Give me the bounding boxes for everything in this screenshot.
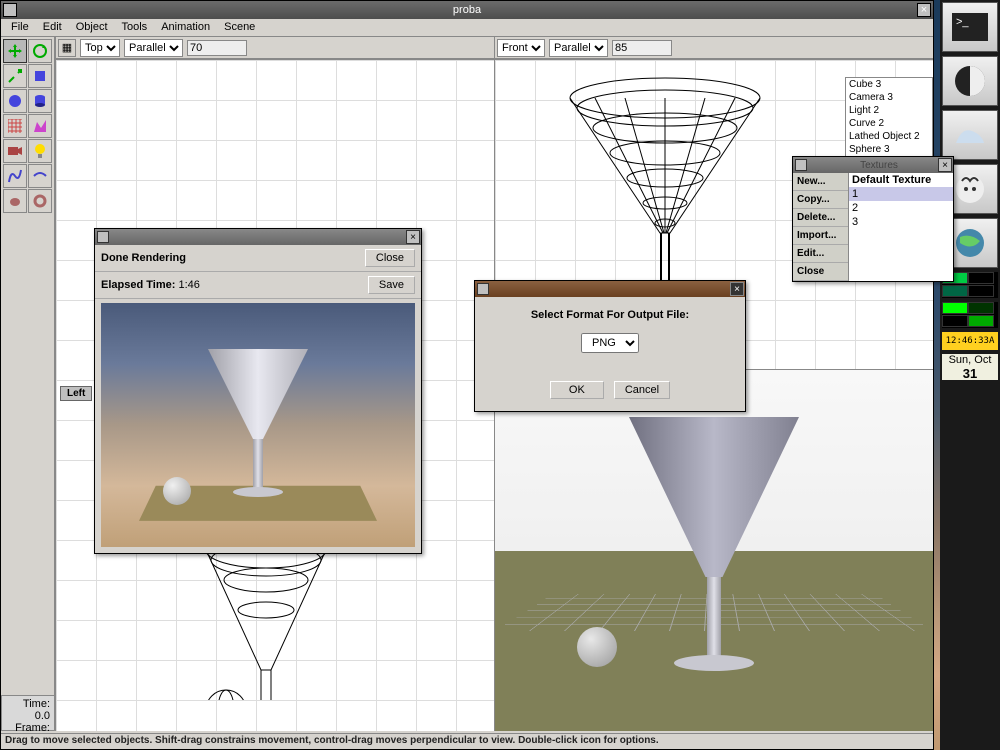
camera-tool[interactable] [3, 139, 27, 163]
texture-import-button[interactable]: Import... [793, 227, 848, 245]
list-item[interactable]: Camera 3 [846, 91, 932, 104]
time-panel: Time: 0.0 Frame: 0 [1, 695, 55, 731]
list-item[interactable]: Cube 3 [846, 78, 932, 91]
proj-select-left[interactable]: Parallel [124, 39, 183, 57]
menu-object[interactable]: Object [70, 21, 114, 34]
list-item[interactable]: Default Texture [849, 173, 953, 187]
list-item[interactable]: Lathed Object 2 [846, 130, 932, 143]
titlebar[interactable]: proba × [1, 1, 933, 19]
menu-animation[interactable]: Animation [155, 21, 216, 34]
dock-net-meter [942, 302, 998, 328]
close-icon[interactable]: × [938, 158, 952, 172]
menubar: File Edit Object Tools Animation Scene [1, 19, 933, 37]
desktop-dock: >_ 12:46:33A Sun, Oct31 [940, 0, 1000, 750]
rendered-sphere [577, 627, 617, 667]
list-item[interactable]: 2 [849, 201, 953, 215]
close-icon[interactable]: × [406, 230, 420, 244]
cancel-button[interactable]: Cancel [614, 381, 670, 399]
svg-text:>_: >_ [956, 16, 969, 28]
window-icon[interactable] [477, 283, 489, 295]
cylinder-tool[interactable] [28, 89, 52, 113]
list-item[interactable]: Sphere 3 [846, 143, 932, 156]
render-preview [101, 303, 415, 547]
tool-palette [1, 37, 55, 731]
rotate-tool[interactable] [28, 39, 52, 63]
curve2-tool[interactable] [28, 164, 52, 188]
texture-copy-button[interactable]: Copy... [793, 191, 848, 209]
proj-select-right[interactable]: Parallel [549, 39, 608, 57]
list-item[interactable]: 3 [849, 215, 953, 229]
torus-tool[interactable] [28, 189, 52, 213]
close-icon[interactable]: × [730, 282, 744, 296]
texture-delete-button[interactable]: Delete... [793, 209, 848, 227]
dock-mail-icon[interactable] [942, 110, 998, 160]
window-close-button[interactable]: × [917, 3, 931, 17]
window-icon[interactable] [97, 231, 109, 243]
menu-scene[interactable]: Scene [218, 21, 261, 34]
texture-close-button[interactable]: Close [793, 263, 848, 281]
format-dialog[interactable]: × Select Format For Output File: PNG OK … [474, 280, 746, 412]
list-item[interactable]: Light 2 [846, 104, 932, 117]
sphere-tool[interactable] [3, 89, 27, 113]
viewport-label-left: Left [60, 386, 92, 401]
list-item[interactable]: Curve 2 [846, 117, 932, 130]
dock-clock: 12:46:33A [942, 332, 998, 350]
vp-config-icon[interactable]: ▦ [58, 39, 76, 57]
move-tool[interactable] [3, 39, 27, 63]
zoom-input-right[interactable] [612, 40, 672, 56]
render-save-button[interactable]: Save [368, 276, 415, 294]
menu-file[interactable]: File [5, 21, 35, 34]
ok-button[interactable]: OK [550, 381, 604, 399]
statusbar: Drag to move selected objects. Shift-dra… [1, 733, 933, 749]
view-select-left[interactable]: Top [80, 39, 120, 57]
texture-new-button[interactable]: New... [793, 173, 848, 191]
camera-viewport[interactable] [495, 369, 933, 731]
format-select[interactable]: PNG [581, 333, 639, 353]
rendered-glass [629, 417, 799, 671]
window-icon[interactable] [795, 159, 807, 171]
texture-list[interactable]: Default Texture 1 2 3 [849, 173, 953, 281]
render-status: Done Rendering [101, 252, 186, 264]
window-title: proba [453, 4, 481, 16]
cube-tool[interactable] [28, 64, 52, 88]
list-item[interactable]: 1 [849, 187, 953, 201]
format-prompt: Select Format For Output File: [487, 309, 733, 321]
zoom-input-left[interactable] [187, 40, 247, 56]
menu-edit[interactable]: Edit [37, 21, 68, 34]
mesh-tool[interactable] [3, 114, 27, 138]
render-window[interactable]: × Done Rendering Close Elapsed Time: 1:4… [94, 228, 422, 554]
dock-terminal-icon[interactable]: >_ [942, 2, 998, 52]
view-select-right[interactable]: Front [497, 39, 545, 57]
dock-step-icon[interactable] [942, 56, 998, 106]
window-icon[interactable] [3, 3, 17, 17]
light-tool[interactable] [28, 139, 52, 163]
teapot-tool[interactable] [3, 189, 27, 213]
render-close-button[interactable]: Close [365, 249, 415, 267]
textures-window[interactable]: Textures× New... Copy... Delete... Impor… [792, 156, 954, 282]
texture-edit-button[interactable]: Edit... [793, 245, 848, 263]
dock-calendar: Sun, Oct31 [942, 354, 998, 380]
menu-tools[interactable]: Tools [116, 21, 154, 34]
poly-tool[interactable] [28, 114, 52, 138]
curve-tool[interactable] [3, 164, 27, 188]
textures-title: Textures [807, 160, 951, 171]
scale-tool[interactable] [3, 64, 27, 88]
